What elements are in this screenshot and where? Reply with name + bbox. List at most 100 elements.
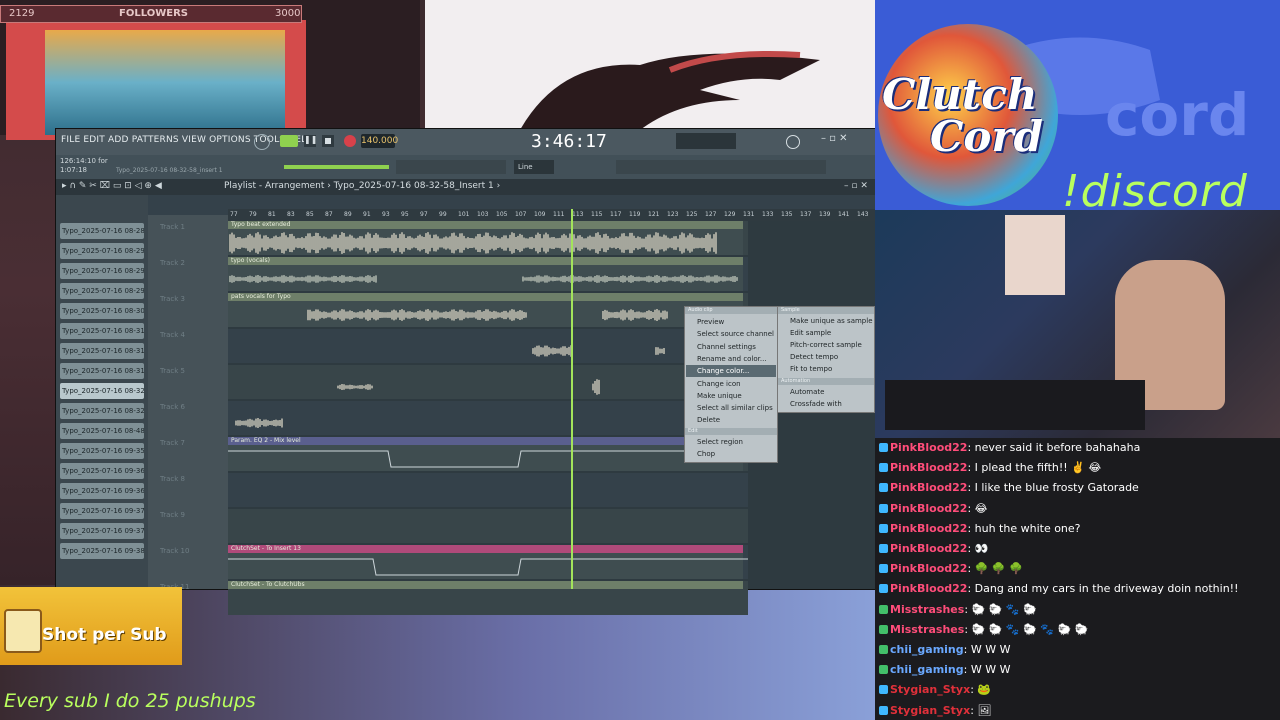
ruler-tick-label: 81 (268, 211, 276, 218)
chat-username[interactable]: PinkBlood22 (890, 582, 967, 595)
window-controls[interactable]: – ▫ ✕ (821, 133, 848, 144)
ruler-tick-label: 79 (249, 211, 257, 218)
master-pitch-slider[interactable] (284, 165, 389, 169)
tempo-display[interactable]: 140.000 (361, 134, 398, 148)
pushups-label: Every sub I do 25 pushups (4, 690, 256, 712)
ruler-tick-label: 115 (591, 211, 603, 218)
track-picker-item[interactable]: Typo_2025-07-16 08-30... (60, 303, 144, 319)
submenu-item[interactable]: Automate (790, 388, 824, 396)
chat-username[interactable]: PinkBlood22 (890, 542, 967, 555)
context-menu-item[interactable]: Select source channel (697, 330, 774, 338)
playlist-window-controls[interactable]: – ▫ ✕ (844, 181, 868, 191)
daw-menu-items[interactable]: FILE EDIT ADD PATTERNS VIEW OPTIONS TOOL… (61, 135, 312, 145)
chat-username[interactable]: PinkBlood22 (890, 461, 967, 474)
track-picker-item[interactable]: Typo_2025-07-16 09-37... (60, 523, 144, 539)
track-picker-item[interactable]: Typo_2025-07-16 08-29... (60, 263, 144, 279)
context-menu-item[interactable]: Rename and color... (697, 355, 767, 363)
track-picker-item[interactable]: Typo_2025-07-16 09-36... (60, 463, 144, 479)
submenu-item[interactable]: Make unique as sample (790, 317, 873, 325)
chat-message: PinkBlood22: never said it before bahaha… (879, 441, 1140, 454)
ruler-tick-label: 103 (477, 211, 489, 218)
track-picker-item[interactable]: Typo_2025-07-16 08-32... (60, 403, 144, 419)
track-picker-item[interactable]: Typo_2025-07-16 08-31... (60, 363, 144, 379)
chat-username[interactable]: PinkBlood22 (890, 502, 967, 515)
ruler-tick-label: 89 (344, 211, 352, 218)
svg-text:cord: cord (1105, 81, 1249, 149)
track-picker-item[interactable]: Typo_2025-07-16 08-31... (60, 343, 144, 359)
submenu-item[interactable]: Fit to tempo (790, 365, 832, 373)
ruler-tick-label: 107 (515, 211, 527, 218)
timeline-ruler[interactable]: 77 79 81 83 85 87 89 91 93 95 97 99 101 103 105 107 109 1… (228, 209, 876, 221)
context-menu-item[interactable]: Select region (697, 438, 743, 446)
ruler-tick-label: 87 (325, 211, 333, 218)
wall-poster (1005, 215, 1065, 295)
track-picker-item[interactable]: Typo_2025-07-16 09-36... (60, 483, 144, 499)
track-picker-item[interactable]: Typo_2025-07-16 09-37... (60, 503, 144, 519)
snap-select[interactable]: Line (514, 160, 554, 174)
track-picker-item[interactable]: Typo_2025-07-16 09-38... (60, 543, 144, 559)
webcam-feed (875, 210, 1280, 438)
chat-username[interactable]: PinkBlood22 (890, 481, 967, 494)
context-menu-item[interactable]: Delete (697, 416, 720, 424)
followers-bar: 2129 FOLLOWERS 3000 (0, 5, 302, 23)
submenu-section-automation: Automation (778, 378, 874, 385)
playlist-tools[interactable]: ▸ ∩ ✎ ✂ ⌧ ▭ ⊡ ◁ ⊕ ◀ (62, 181, 162, 191)
chat-username[interactable]: PinkBlood22 (890, 441, 967, 454)
waveform (522, 275, 738, 283)
background-screen-image (45, 30, 285, 135)
record-icon[interactable] (344, 135, 356, 147)
context-menu-item[interactable]: Preview (697, 318, 724, 326)
chat-message: PinkBlood22: 👀 (879, 542, 988, 555)
ruler-tick-label: 77 (230, 211, 238, 218)
submenu-item[interactable]: Pitch-correct sample (790, 341, 862, 349)
automation-curve[interactable] (228, 437, 748, 597)
tool-buttons[interactable] (396, 160, 506, 174)
chat-username[interactable]: PinkBlood22 (890, 522, 967, 535)
track-header-label: Track 5 (160, 367, 185, 375)
playlist-titlebar: ▸ ∩ ✎ ✂ ⌧ ▭ ⊡ ◁ ⊕ ◀ Playlist - Arrangeme… (56, 179, 876, 195)
track-picker-item[interactable]: Typo_2025-07-16 08-48... (60, 423, 144, 439)
submenu-item[interactable]: Crossfade with (790, 400, 842, 408)
track-picker-item[interactable]: Typo_2025-07-16 08-32... (60, 383, 144, 399)
chat-message: PinkBlood22: 😂 (879, 502, 988, 515)
track-picker-item[interactable]: Typo_2025-07-16 08-29... (60, 243, 144, 259)
followers-current: 2129 (9, 8, 35, 19)
context-menu-item[interactable]: Chop (697, 450, 715, 458)
chat-username[interactable]: Stygian_Styx (890, 683, 970, 696)
ruler-tick-label: 139 (819, 211, 831, 218)
chat-username[interactable]: Misstrashes (890, 623, 964, 636)
chat-username[interactable]: chii_gaming (890, 663, 964, 676)
refresh-icon[interactable] (786, 135, 800, 149)
window-shortcut-buttons[interactable] (616, 160, 826, 174)
song-mode-button[interactable] (280, 135, 298, 147)
pause-icon[interactable]: ❚❚ (304, 135, 317, 147)
submenu-item[interactable]: Edit sample (790, 329, 831, 337)
context-menu-item[interactable]: Select all similar clips (697, 404, 773, 412)
ruler-tick-label: 99 (439, 211, 447, 218)
stop-button[interactable] (322, 135, 334, 147)
track-picker-item[interactable]: Typo_2025-07-16 09-35... (60, 443, 144, 459)
chat-username[interactable]: chii_gaming (890, 643, 964, 656)
chat-username[interactable]: PinkBlood22 (890, 562, 967, 575)
playhead-marker[interactable] (571, 209, 573, 589)
menu-section-edit: Edit (685, 428, 777, 435)
chat-text: : I like the blue frosty Gatorade (967, 481, 1139, 495)
master-volume-knob-icon[interactable] (254, 134, 270, 150)
submenu-item[interactable]: Detect tempo (790, 353, 838, 361)
daw-toolbar-row: 126:14:10 for 1:07:18 Typo_2025-07-16 08… (56, 155, 876, 179)
context-menu-item[interactable]: Make unique (697, 392, 742, 400)
track-picker-item[interactable]: Typo_2025-07-16 08-31... (60, 323, 144, 339)
context-menu-item[interactable]: Channel settings (697, 343, 756, 351)
track-picker-item[interactable]: Typo_2025-07-16 08-28... (60, 223, 144, 239)
track-picker-item[interactable]: Typo_2025-07-16 08-29... (60, 283, 144, 299)
ruler-tick-label: 127 (705, 211, 717, 218)
chat-username[interactable]: Misstrashes (890, 603, 964, 616)
context-menu-item[interactable]: Change icon (697, 380, 741, 388)
context-menu-item[interactable]: Change color... (697, 367, 749, 375)
chat-text: : 🐑 🐑 🐾 🐑 (964, 602, 1037, 616)
track-header-label: Track 7 (160, 439, 185, 447)
chat-message: PinkBlood22: Dang and my cars in the dri… (879, 582, 1238, 595)
chat-badge-icon (879, 463, 888, 473)
chat-message: Stygian_Styx: 🖼 (879, 704, 991, 717)
chat-username[interactable]: Stygian_Styx (890, 704, 970, 717)
